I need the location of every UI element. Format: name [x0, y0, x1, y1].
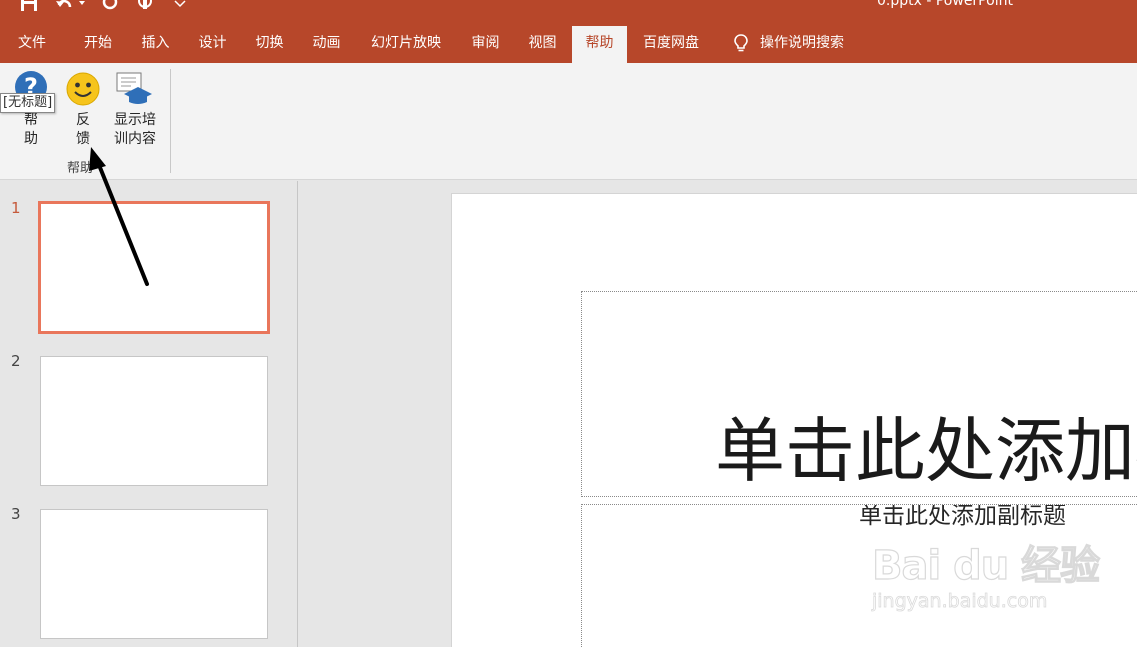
training-button-label-1: 显示培 — [114, 112, 156, 128]
undo-icon[interactable] — [56, 0, 86, 15]
slide-thumbnail[interactable] — [38, 201, 270, 334]
title-bar: 0.pptx - PowerPoint — [0, 0, 1137, 24]
title-placeholder-text: 单击此处添加标 — [715, 410, 1137, 492]
customize-qat-icon[interactable] — [174, 0, 186, 14]
ribbon-help-panel: ? 帮 助 反 馈 显示培 训内容 帮助 [无标题] — [0, 63, 1137, 180]
tab-help[interactable]: 帮助 — [572, 26, 627, 63]
baidu-watermark: Bai du 经验 jingyan.baidu.com — [871, 542, 1100, 623]
help-button-label-2: 助 — [24, 131, 38, 147]
tab-file[interactable]: 文件 — [0, 24, 64, 63]
tab-home[interactable]: 开始 — [69, 24, 127, 63]
tab-transitions[interactable]: 切换 — [241, 24, 298, 63]
slide-thumbnail[interactable] — [40, 356, 268, 486]
tab-animations[interactable]: 动画 — [298, 24, 355, 63]
watermark-url: jingyan.baidu.com — [872, 590, 1048, 613]
tab-view[interactable]: 视图 — [514, 24, 571, 63]
tab-insert[interactable]: 插入 — [127, 24, 184, 63]
tab-baidu-netdisk[interactable]: 百度网盘 — [627, 24, 715, 63]
help-button-label-1: 帮 — [24, 112, 38, 128]
slide-number: 2 — [11, 352, 21, 370]
feedback-button-label-2: 馈 — [76, 131, 90, 147]
save-icon[interactable] — [20, 0, 38, 16]
slide-number: 3 — [11, 505, 21, 523]
subtitle-placeholder-text: 单击此处添加副标题 — [859, 504, 1066, 529]
training-icon — [116, 72, 154, 110]
tell-me-search[interactable]: 操作说明搜索 — [760, 24, 860, 63]
touch-mode-icon[interactable] — [136, 0, 156, 15]
slide-number: 1 — [11, 199, 21, 217]
ribbon-tabs: 文件 开始 插入 设计 切换 动画 幻灯片放映 审阅 视图 帮助 百度网盘 操作… — [0, 24, 1137, 63]
training-button-label-2: 训内容 — [114, 131, 156, 147]
slide-thumbnail-pane[interactable]: 1 2 3 — [0, 181, 298, 647]
feedback-button-label-1: 反 — [76, 112, 90, 128]
smiley-icon — [66, 72, 100, 110]
window-title: 0.pptx - PowerPoint — [877, 0, 1013, 9]
group-separator — [170, 69, 171, 173]
watermark-logo: Bai du 经验 — [871, 542, 1100, 589]
tab-review[interactable]: 审阅 — [457, 24, 514, 63]
lightbulb-icon — [734, 34, 748, 52]
title-placeholder[interactable]: 单击此处添加标 — [581, 291, 1137, 497]
help-group-label: 帮助 — [67, 161, 94, 176]
redo-icon[interactable] — [100, 0, 120, 15]
tab-design[interactable]: 设计 — [184, 24, 241, 63]
tooltip: [无标题] — [0, 93, 56, 113]
slide-thumbnail[interactable] — [40, 509, 268, 639]
tab-slideshow[interactable]: 幻灯片放映 — [355, 24, 457, 63]
